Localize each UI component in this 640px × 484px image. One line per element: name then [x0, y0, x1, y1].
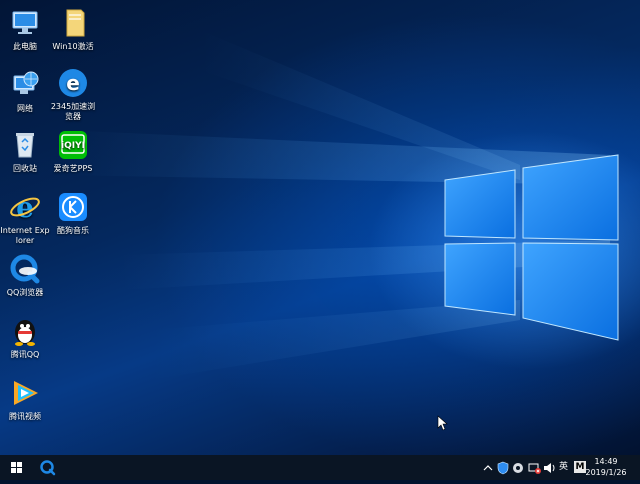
tencent-qq-shortcut[interactable]: 腾讯QQ — [0, 314, 50, 360]
network-tray-button[interactable] — [527, 459, 541, 476]
security-tray-button[interactable] — [496, 459, 510, 476]
show-hidden-icons-button[interactable] — [482, 459, 494, 476]
internet-explorer-shortcut[interactable]: e Internet Explorer — [0, 190, 50, 246]
network-disconnected-icon — [528, 463, 541, 474]
iqiyi-icon: iQIYI — [59, 131, 87, 159]
recycle-bin-icon — [16, 133, 34, 158]
app-tray-button[interactable] — [511, 459, 525, 476]
internet-explorer-label: Internet Explorer — [0, 226, 50, 245]
ime-language-button[interactable]: 英 — [557, 459, 570, 476]
mouse-cursor — [437, 415, 448, 431]
2345-browser-label: 2345加速浏览器 — [50, 102, 96, 121]
this-pc-shortcut[interactable]: 此电脑 — [0, 6, 50, 52]
start-button[interactable] — [0, 455, 34, 480]
qq-browser-taskbar-button[interactable] — [34, 455, 62, 480]
windows-logo-icon — [11, 462, 22, 473]
clock-time: 14:49 — [594, 457, 618, 466]
internet-explorer-icon: e — [10, 191, 40, 224]
this-pc-label: 此电脑 — [13, 42, 37, 51]
qq-browser-icon — [40, 460, 56, 476]
win10-activation-shortcut[interactable]: Win10激活 — [48, 6, 98, 52]
tencent-video-label: 腾讯视频 — [9, 412, 41, 421]
qq-browser-label: QQ浏览器 — [6, 288, 44, 297]
2345-browser-icon: e — [59, 69, 87, 97]
iqiyi-pps-label: 爱奇艺PPS — [53, 164, 93, 173]
qq-penguin-icon — [15, 320, 35, 346]
tencent-video-shortcut[interactable]: 腾讯视频 — [0, 376, 50, 422]
iqiyi-pps-shortcut[interactable]: iQIYI 爱奇艺PPS — [48, 128, 98, 174]
kugou-music-label: 酷狗音乐 — [57, 226, 89, 235]
chevron-up-icon — [483, 465, 493, 471]
volume-tray-button[interactable] — [542, 459, 556, 476]
svg-text:e: e — [16, 191, 34, 224]
kugou-music-icon — [59, 193, 87, 221]
clock[interactable]: 14:49 2019/1/26 — [580, 456, 632, 478]
svg-text:iQIYI: iQIYI — [61, 141, 85, 151]
clock-date: 2019/1/26 — [585, 468, 627, 477]
qq-browser-icon — [10, 254, 40, 284]
tencent-video-icon — [14, 381, 38, 405]
2345-browser-shortcut[interactable]: e 2345加速浏览器 — [48, 66, 98, 122]
computer-icon — [12, 11, 38, 34]
svg-text:e: e — [66, 71, 80, 95]
recycle-bin-label: 回收站 — [13, 164, 37, 173]
network-globe-icon — [13, 71, 39, 94]
network-label: 网络 — [17, 104, 33, 113]
shield-icon — [497, 461, 509, 475]
qq-browser-shortcut[interactable]: QQ浏览器 — [0, 252, 50, 298]
speaker-icon — [544, 463, 555, 473]
cloud-app-icon — [513, 463, 523, 473]
win10-activation-label: Win10激活 — [52, 42, 94, 51]
desktop: 此电脑 Win10激活 网络 e 2345加速浏览器 回收站 iQIYI 爱奇艺… — [0, 0, 640, 455]
recycle-bin-shortcut[interactable]: 回收站 — [0, 128, 50, 174]
network-shortcut[interactable]: 网络 — [0, 68, 50, 114]
folder-icon — [66, 9, 85, 37]
tencent-qq-label: 腾讯QQ — [10, 350, 40, 359]
kugou-music-shortcut[interactable]: 酷狗音乐 — [48, 190, 98, 236]
taskbar: 英 M 14:49 2019/1/26 — [0, 455, 640, 480]
